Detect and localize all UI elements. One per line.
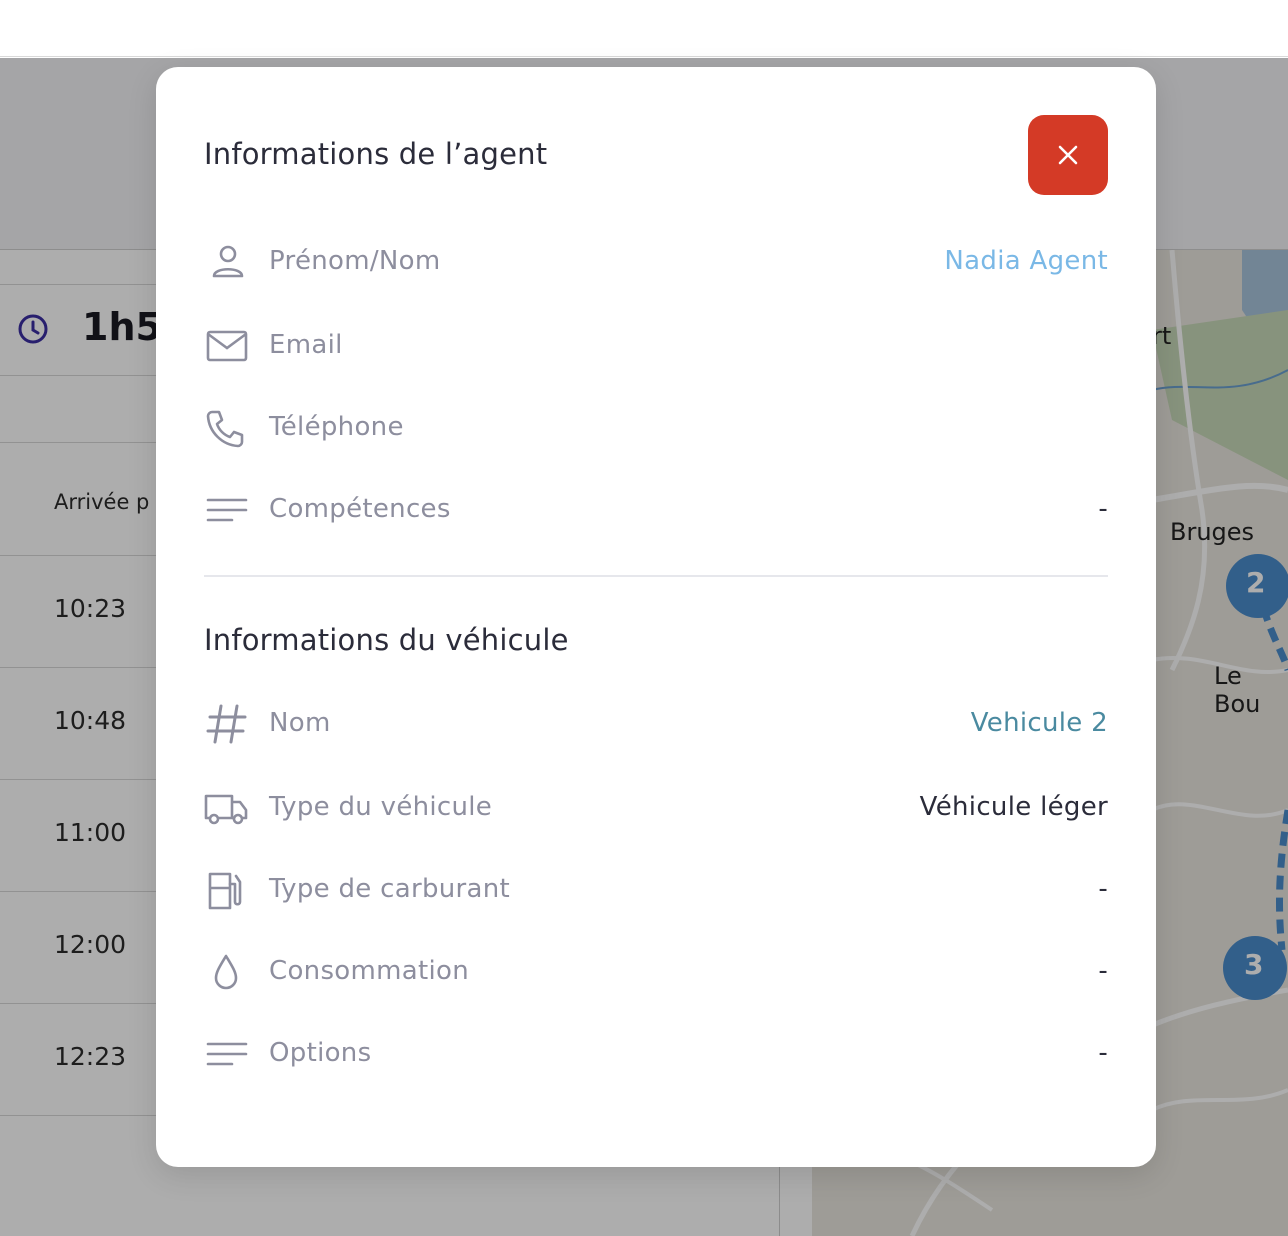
fuel-icon [204,870,252,910]
drop-icon [204,952,252,992]
lines-icon [204,490,252,530]
row-label: Options [269,1038,372,1068]
agent-section-title: Informations de l’agent [204,137,548,171]
lines-icon [204,1034,252,1074]
row-label: Email [269,330,343,360]
vehicle-type-row: Type du véhicule Véhicule léger [204,782,1108,832]
agent-name-row: Prénom/Nom Nadia Agent [204,236,1108,286]
mail-icon [204,326,252,366]
agent-phone-row: Téléphone [204,402,1108,452]
agent-email-row: Email [204,320,1108,370]
agent-skills-value: - [1098,494,1108,524]
row-label: Type du véhicule [269,792,493,822]
top-bar [0,0,1288,57]
row-label: Consommation [269,956,469,986]
row-label: Téléphone [269,412,404,442]
vehicle-options-row: Options - [204,1028,1108,1078]
agent-info-modal: Informations de l’agent Prénom/Nom Nadia… [156,67,1156,1167]
row-label: Type de carburant [269,874,511,904]
phone-icon [204,408,252,448]
row-label: Compétences [269,494,451,524]
vehicle-name-row: Nom Vehicule 2 [204,698,1108,748]
row-label: Nom [269,708,331,738]
row-label: Prénom/Nom [269,246,441,276]
vehicle-consumption-value: - [1098,956,1108,986]
section-divider [204,575,1108,577]
hash-icon [204,704,252,744]
vehicle-section-title: Informations du véhicule [204,623,569,657]
agent-skills-row: Compétences - [204,484,1108,534]
vehicle-type-value: Véhicule léger [919,792,1108,822]
close-icon [1058,145,1078,165]
vehicle-fuel-row: Type de carburant - [204,864,1108,914]
vehicle-options-value: - [1098,1038,1108,1068]
truck-icon [204,788,252,828]
vehicle-name-value[interactable]: Vehicule 2 [971,708,1108,738]
agent-name-value[interactable]: Nadia Agent [944,246,1108,276]
person-icon [204,242,252,282]
close-button[interactable] [1028,115,1108,195]
vehicle-fuel-value: - [1098,874,1108,904]
vehicle-consumption-row: Consommation - [204,946,1108,996]
